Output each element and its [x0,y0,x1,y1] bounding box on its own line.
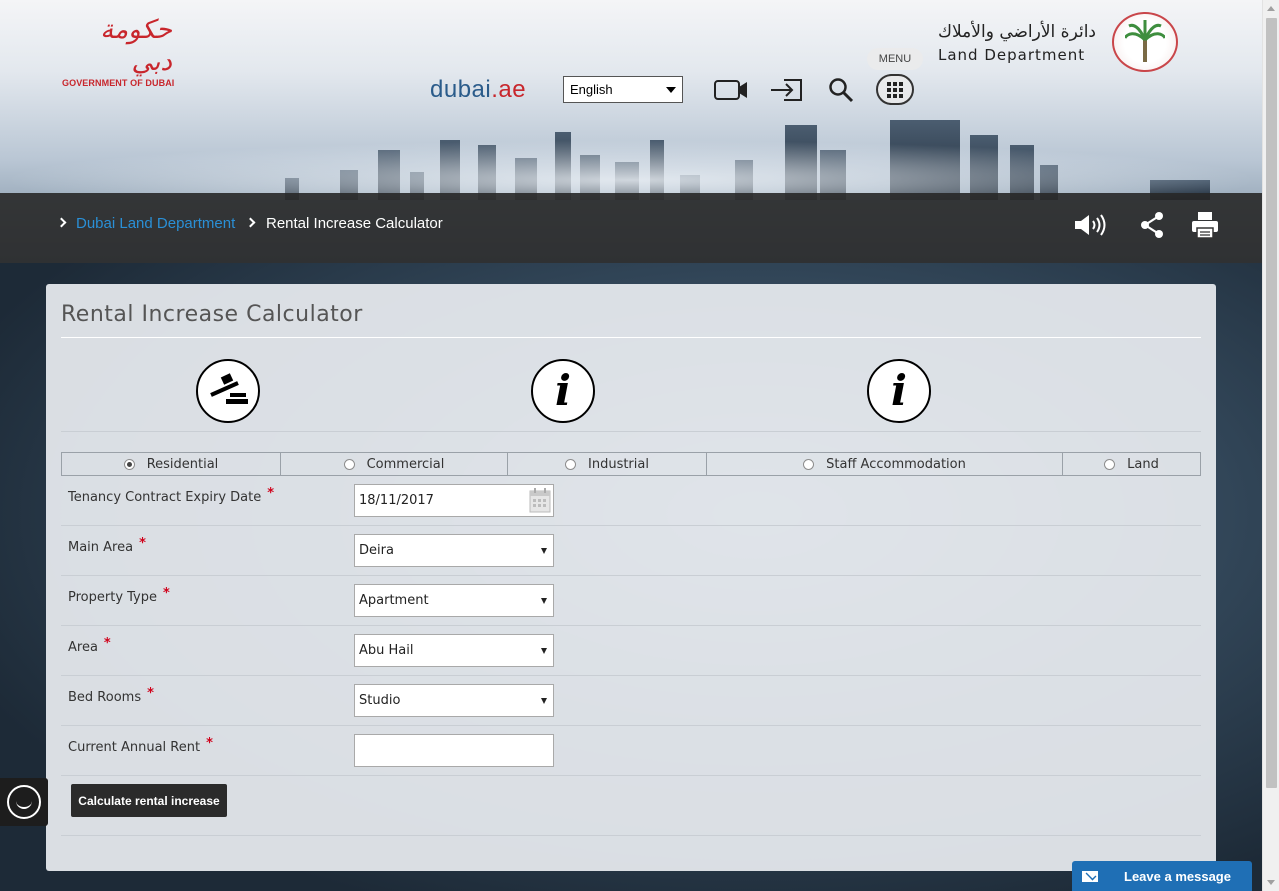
title-divider [61,337,1201,338]
feedback-button[interactable] [0,778,48,826]
radio-staff-accommodation[interactable]: Staff Accommodation [707,453,1063,475]
breadcrumb-current-page: Rental Increase Calculator [266,215,443,232]
property-category-radio-group: Residential Commercial Industrial Staff … [61,452,1201,476]
login-icon[interactable] [770,76,804,104]
page-scrollbar[interactable] [1262,0,1279,891]
dropdown-caret-icon [541,698,547,704]
info-icon[interactable]: i [867,359,931,423]
video-icon[interactable] [714,76,748,104]
leave-message-chat-button[interactable]: Leave a message [1072,861,1252,891]
dropdown-caret-icon [666,87,676,93]
menu-label[interactable]: MENU [867,48,923,70]
field-label-property-type: Property Type * [68,586,170,605]
scroll-down-arrow-icon[interactable] [1267,880,1275,885]
radio-land[interactable]: Land [1063,453,1200,475]
chevron-right-icon [245,217,256,228]
gavel-icon[interactable] [196,359,260,423]
calculate-rental-increase-button[interactable]: Calculate rental increase [71,784,227,817]
dropdown-caret-icon [541,648,547,654]
apps-grid-icon[interactable] [876,74,914,105]
radio-industrial[interactable]: Industrial [508,453,707,475]
dubai-ae-portal-logo[interactable]: dubai.ae [430,76,526,104]
breadcrumb-link-dubai-land-department[interactable]: Dubai Land Department [76,215,235,232]
radio-unselected-icon[interactable] [343,458,355,470]
page-title: Rental Increase Calculator [61,302,363,327]
envelope-icon [1082,870,1098,882]
current-annual-rent-input[interactable] [354,734,554,767]
divider [61,775,1201,776]
share-icon[interactable] [1140,210,1164,240]
radio-unselected-icon[interactable] [565,458,576,470]
breadcrumb: Dubai Land Department Rental Increase Ca… [0,193,1262,263]
info-icon[interactable]: i [531,359,595,423]
field-label-current-annual-rent: Current Annual Rent * [68,736,213,755]
radio-unselected-icon[interactable] [803,458,815,470]
government-of-dubai-logo[interactable]: حكومة دبي GOVERNMENT OF DUBAI [62,14,176,88]
dropdown-caret-icon [541,548,547,554]
language-select[interactable]: English [563,76,683,103]
field-label-area: Area * [68,636,111,655]
field-label-main-area: Main Area * [68,536,146,555]
main-area-select[interactable]: Deira [354,534,554,567]
divider [61,575,1201,576]
calendar-icon[interactable] [529,488,551,513]
search-icon[interactable] [827,76,855,104]
divider [61,725,1201,726]
radio-commercial[interactable]: Commercial [281,453,508,475]
scroll-up-arrow-icon[interactable] [1267,6,1275,11]
property-type-select[interactable]: Apartment [354,584,554,617]
chevron-right-icon [56,217,67,228]
expiry-date-input[interactable]: 18/11/2017 [354,484,554,517]
palm-emblem-icon [1112,12,1178,72]
area-select[interactable]: Abu Hail [354,634,554,667]
divider [61,525,1201,526]
rental-calculator-panel: Rental Increase Calculator i i Residenti… [46,284,1216,871]
radio-unselected-icon[interactable] [1104,458,1116,470]
print-icon[interactable] [1191,210,1219,240]
scrollbar-thumb[interactable] [1266,18,1277,788]
radio-residential[interactable]: Residential [62,453,281,475]
radio-selected-icon[interactable] [123,458,135,470]
divider [61,625,1201,626]
dropdown-caret-icon [541,598,547,604]
bed-rooms-select[interactable]: Studio [354,684,554,717]
field-label-expiry-date: Tenancy Contract Expiry Date * [68,486,275,505]
divider [61,835,1201,836]
speaker-icon[interactable] [1074,210,1108,240]
field-label-bed-rooms: Bed Rooms * [68,686,154,705]
divider [61,675,1201,676]
divider [61,431,1201,432]
smiley-icon [7,785,41,819]
land-department-logo[interactable]: دائرة الأراضي والأملاك Land Department [936,12,1180,74]
